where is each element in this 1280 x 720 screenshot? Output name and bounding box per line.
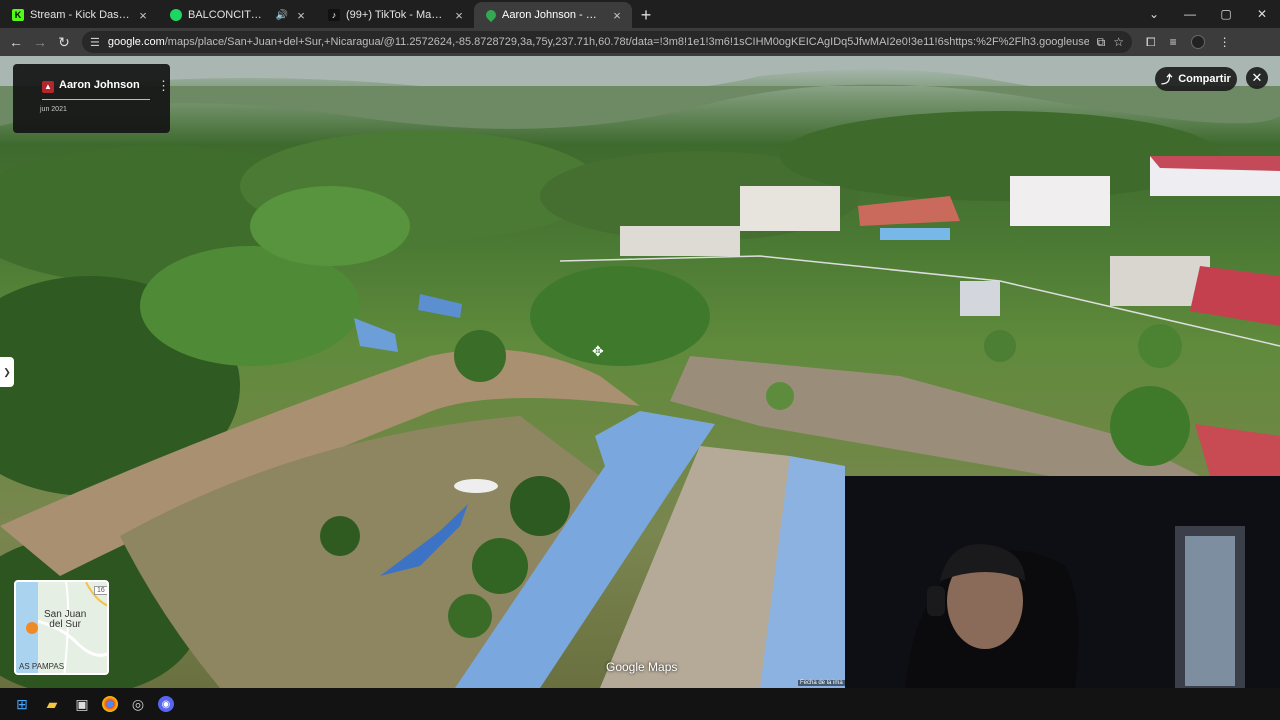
tab-kick[interactable]: K Stream - Kick Dashboard × <box>0 2 158 28</box>
location-pin-icon <box>26 622 38 634</box>
share-label: Compartir <box>1178 73 1231 85</box>
url-host: google.com <box>107 36 165 48</box>
share-button[interactable]: ⤴ Compartir <box>1155 67 1237 91</box>
tab-close-icon[interactable]: × <box>452 8 466 23</box>
obs-icon[interactable]: ◎ <box>128 694 148 714</box>
install-app-icon[interactable]: ⧉ <box>1097 35 1106 50</box>
window-controls: ⌄ — ▢ ✕ <box>1136 0 1280 28</box>
place-line-2: del Sur <box>49 619 81 630</box>
back-icon[interactable]: ← <box>4 34 28 50</box>
tab-close-icon[interactable]: × <box>294 8 308 23</box>
tab-title: BALCONCITO • Blessd, Bryt <box>188 9 270 21</box>
address-toolbar: ← → ↻ ☰ google.com/maps/place/San+Juan+d… <box>0 28 1280 56</box>
route-badge: 16 <box>94 586 107 595</box>
discord-icon[interactable]: ◉ <box>158 696 174 712</box>
share-icon: ⤴ <box>1161 74 1173 86</box>
windows-start-icon[interactable]: ⊞ <box>12 694 32 714</box>
contributor-avatar[interactable]: ▲ <box>42 81 54 93</box>
extensions-icon[interactable]: ⧠ <box>1146 35 1156 50</box>
tab-google-maps[interactable]: Aaron Johnson - Google Maps × <box>474 2 632 28</box>
more-options-icon[interactable]: ⋮ <box>157 78 170 94</box>
image-date-label: Fecha de la ima <box>798 680 845 686</box>
name-underline <box>42 99 150 100</box>
close-streetview-button[interactable]: ✕ <box>1246 67 1268 89</box>
profile-avatar[interactable] <box>1190 35 1205 49</box>
reload-icon[interactable]: ↻ <box>52 34 76 51</box>
tab-title: (99+) TikTok - Make Your Day <box>346 9 446 21</box>
capture-date: jun 2021 <box>40 106 67 113</box>
chrome-icon[interactable] <box>102 696 118 712</box>
tab-title: Aaron Johnson - Google Maps <box>502 9 604 21</box>
minimize-icon[interactable]: — <box>1172 7 1208 21</box>
expand-panel-chevron-icon[interactable]: ❯ <box>0 357 14 387</box>
media-controls-icon[interactable]: ≡ <box>1170 35 1177 49</box>
windows-taskbar: ⊞ ▰ ▣ ◎ ◉ <box>0 688 1280 720</box>
tab-bar: K Stream - Kick Dashboard × BALCONCITO •… <box>0 0 1280 28</box>
minimap[interactable]: 16 San Juan del Sur AS PAMPAS <box>14 580 109 675</box>
app-icon[interactable]: ▣ <box>72 694 92 714</box>
tab-search-icon[interactable]: ⌄ <box>1136 7 1172 21</box>
url-text[interactable]: google.com/maps/place/San+Juan+del+Sur,+… <box>108 36 1089 48</box>
minimap-place-label: San Juan del Sur <box>44 610 86 630</box>
bookmark-star-icon[interactable]: ☆ <box>1113 35 1124 49</box>
minimap-area-label: AS PAMPAS <box>19 662 65 671</box>
menu-kebab-icon[interactable]: ⋮ <box>1219 35 1231 49</box>
tab-title: Stream - Kick Dashboard <box>30 9 130 21</box>
site-info-icon[interactable]: ☰ <box>90 36 100 49</box>
address-bar[interactable]: ☰ google.com/maps/place/San+Juan+del+Sur… <box>82 31 1132 53</box>
file-explorer-icon[interactable]: ▰ <box>42 694 62 714</box>
maps-pin-favicon-icon <box>483 7 499 23</box>
contributor-card[interactable]: ▲ Aaron Johnson ⋮ jun 2021 <box>13 64 170 133</box>
new-tab-button[interactable]: + <box>632 2 660 28</box>
forward-icon[interactable]: → <box>28 34 52 50</box>
kick-favicon-icon: K <box>12 9 24 21</box>
tab-tiktok[interactable]: ♪ (99+) TikTok - Make Your Day × <box>316 2 474 28</box>
tab-spotify[interactable]: BALCONCITO • Blessd, Bryt 🔊 × <box>158 2 316 28</box>
svg-text:✥: ✥ <box>592 344 604 360</box>
webcam-person-image <box>845 476 1280 688</box>
close-window-icon[interactable]: ✕ <box>1244 7 1280 21</box>
maximize-icon[interactable]: ▢ <box>1208 7 1244 21</box>
spotify-favicon-icon <box>170 9 182 21</box>
google-maps-watermark: Google Maps <box>606 660 678 674</box>
tab-close-icon[interactable]: × <box>136 8 150 23</box>
tiktok-favicon-icon: ♪ <box>328 9 340 21</box>
contributor-name[interactable]: Aaron Johnson <box>59 79 140 91</box>
webcam-overlay <box>845 476 1280 688</box>
speaker-icon[interactable]: 🔊 <box>276 10 288 21</box>
url-path: /maps/place/San+Juan+del+Sur,+Nicaragua/… <box>164 36 1089 48</box>
tab-close-icon[interactable]: × <box>610 8 624 23</box>
